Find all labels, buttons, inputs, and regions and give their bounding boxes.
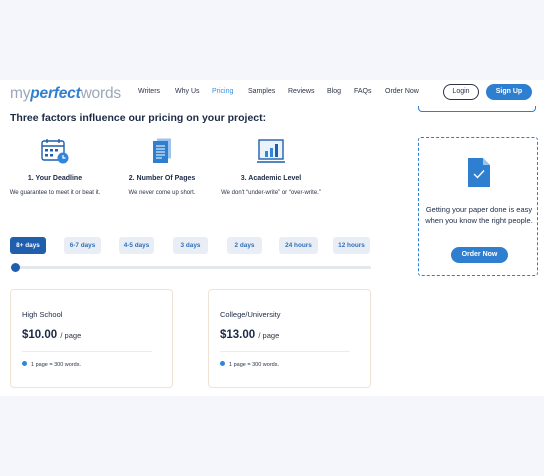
bullet-dot-icon	[22, 361, 27, 367]
factor-description: We never come up short.	[128, 190, 196, 196]
deadline-slider-handle[interactable]	[11, 263, 20, 272]
nav-blog[interactable]: Blog	[327, 88, 341, 95]
factor-deadline: 1. Your Deadline We guarantee to meet it…	[5, 138, 105, 197]
logo-text-words: words	[80, 85, 122, 102]
nav-pricing[interactable]: Pricing	[212, 88, 233, 95]
price-card-college: College/University $13.00 / page 1 page …	[208, 289, 371, 388]
order-promo-box: Getting your paper done is easy when you…	[418, 137, 538, 276]
price-value: $13.00 / page	[220, 329, 279, 341]
page-words-text: 1 page = 300 words.	[229, 362, 279, 368]
nav-reviews[interactable]: Reviews	[288, 88, 314, 95]
price-unit: / page	[258, 331, 280, 340]
price-amount: $13.00	[220, 329, 256, 341]
bullet-dot-icon	[220, 361, 225, 367]
page-words-text: 1 page = 300 words.	[31, 362, 81, 368]
price-unit: / page	[60, 331, 82, 340]
calendar-clock-icon	[41, 139, 69, 164]
factor-title: 1. Your Deadline	[27, 175, 83, 182]
logo-text-my: my	[10, 85, 31, 102]
page-words-note: 1 page = 300 words.	[220, 361, 279, 368]
deadline-slider-track[interactable]	[14, 266, 371, 269]
bar-chart-icon	[257, 139, 285, 163]
promo-text: Getting your paper done is easy when you…	[425, 205, 533, 225]
deadline-tab-3-days[interactable]: 3 days	[173, 237, 208, 254]
document-check-icon	[468, 158, 490, 187]
login-button[interactable]: Login	[443, 84, 479, 100]
factor-description: We don't “under-write” or “over-write.”	[221, 190, 321, 196]
factor-title: 3. Academic Level	[240, 175, 302, 182]
nav-faqs[interactable]: FAQs	[354, 88, 372, 95]
signup-button[interactable]: Sign Up	[486, 84, 532, 100]
site-logo[interactable]: myperfectwords	[10, 85, 121, 103]
factor-description: We guarantee to meet it or beat it.	[9, 190, 101, 196]
deadline-tab-12-hours[interactable]: 12 hours	[333, 237, 370, 254]
factor-academic-level: 3. Academic Level We don't “under-write”…	[221, 138, 321, 197]
deadline-tab-8-plus-days[interactable]: 8+ days	[10, 237, 46, 254]
nav-order-now[interactable]: Order Now	[385, 88, 419, 95]
pages-icon	[153, 138, 171, 163]
price-value: $10.00 / page	[22, 329, 81, 341]
order-now-button[interactable]: Order Now	[451, 247, 508, 263]
logo-text-perfect: perfect	[30, 85, 81, 102]
academic-level-label: College/University	[220, 310, 281, 319]
pricing-page: myperfectwords Writers Why Us Pricing Sa…	[0, 80, 544, 396]
deadline-tab-6-7-days[interactable]: 6-7 days	[64, 237, 101, 254]
page-words-note: 1 page = 300 words.	[22, 361, 81, 368]
factor-title: 2. Number Of Pages	[128, 175, 196, 182]
nav-why-us[interactable]: Why Us	[175, 88, 200, 95]
decorative-underline	[418, 106, 536, 112]
price-card-high-school: High School $10.00 / page 1 page = 300 w…	[10, 289, 173, 388]
section-title: Three factors influence our pricing on y…	[10, 112, 267, 124]
deadline-tab-4-5-days[interactable]: 4-5 days	[119, 237, 154, 254]
nav-writers[interactable]: Writers	[138, 88, 160, 95]
deadline-tab-24-hours[interactable]: 24 hours	[279, 237, 318, 254]
price-amount: $10.00	[22, 329, 58, 341]
site-header: myperfectwords Writers Why Us Pricing Sa…	[0, 80, 544, 106]
factor-pages: 2. Number Of Pages We never come up shor…	[112, 138, 212, 197]
deadline-tab-2-days[interactable]: 2 days	[227, 237, 262, 254]
card-divider	[220, 351, 350, 352]
academic-level-label: High School	[22, 310, 63, 319]
nav-samples[interactable]: Samples	[248, 88, 275, 95]
card-divider	[22, 351, 152, 352]
